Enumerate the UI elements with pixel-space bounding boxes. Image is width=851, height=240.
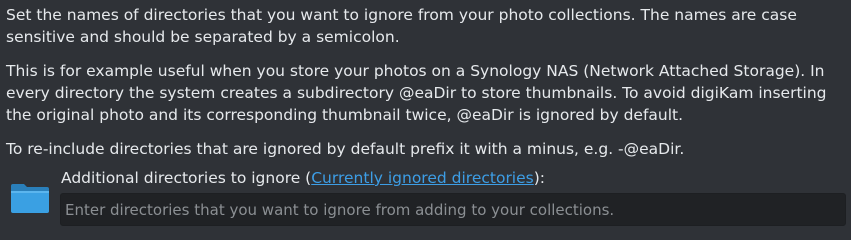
folder-icon bbox=[10, 177, 50, 217]
label-prefix: Additional directories to ignore ( bbox=[61, 169, 312, 187]
description-text-2: This is for example useful when you stor… bbox=[6, 62, 827, 124]
currently-ignored-directories-link[interactable]: Currently ignored directories bbox=[311, 169, 534, 187]
label-suffix: ): bbox=[533, 169, 546, 187]
description-text-3: To re-include directories that are ignor… bbox=[6, 140, 685, 158]
ignore-directories-input-frame bbox=[60, 193, 846, 226]
ignore-directories-input[interactable] bbox=[61, 194, 845, 225]
description-text-1: Set the names of directories that you wa… bbox=[6, 6, 797, 46]
ignore-directories-row: Additional directories to ignore (Curren… bbox=[0, 167, 851, 233]
ignore-directories-label: Additional directories to ignore (Curren… bbox=[61, 167, 545, 189]
